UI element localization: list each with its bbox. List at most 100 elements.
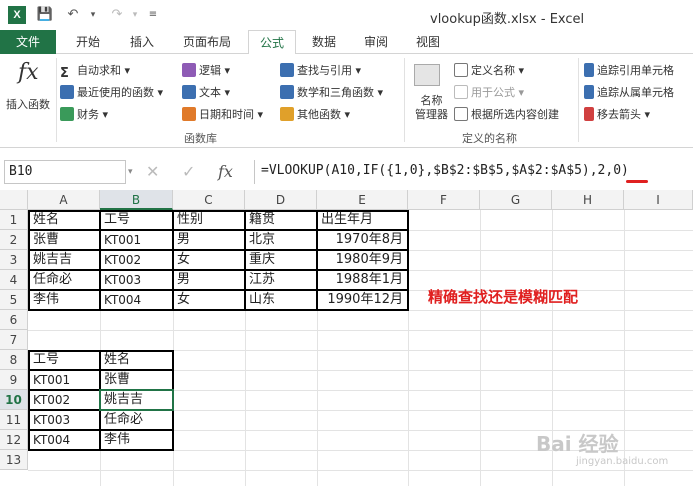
cell-b11[interactable]: 任命必 xyxy=(101,410,171,430)
create-from-selection-button[interactable]: 根据所选内容创建 xyxy=(454,106,559,122)
cell-e3[interactable]: 1980年9月 xyxy=(318,250,406,270)
row-header-3[interactable]: 3 xyxy=(0,250,28,270)
tab-file[interactable]: 文件 xyxy=(0,30,56,54)
cell-b8[interactable]: 姓名 xyxy=(101,350,171,370)
column-header-f[interactable]: F xyxy=(408,190,480,210)
column-header-g[interactable]: G xyxy=(480,190,552,210)
math-trig-button[interactable]: 数学和三角函数 ▾ xyxy=(280,84,383,100)
insert-function-icon[interactable]: fx xyxy=(18,60,39,85)
cell-c3[interactable]: 女 xyxy=(174,250,244,270)
cell-b12[interactable]: 李伟 xyxy=(101,430,171,450)
cell-a12[interactable]: KT004 xyxy=(30,430,98,450)
cell-e4[interactable]: 1988年1月 xyxy=(318,270,406,290)
cell-d4[interactable]: 江苏 xyxy=(246,270,316,290)
row-header-13[interactable]: 13 xyxy=(0,450,28,470)
tab-home[interactable]: 开始 xyxy=(66,30,110,54)
star-book-icon xyxy=(60,85,74,99)
column-header-h[interactable]: H xyxy=(552,190,624,210)
cell-e2[interactable]: 1970年8月 xyxy=(318,230,406,250)
datetime-button[interactable]: 日期和时间 ▾ xyxy=(182,106,263,122)
cell-d1[interactable]: 籍贯 xyxy=(246,210,316,230)
insert-function-button[interactable]: 插入函数 xyxy=(6,96,50,112)
redo-dropdown-icon[interactable]: ▾ xyxy=(126,6,144,24)
redo-icon[interactable]: ↷ xyxy=(108,6,126,24)
row-header-8[interactable]: 8 xyxy=(0,350,28,370)
cell-c2[interactable]: 男 xyxy=(174,230,244,250)
cell-b4[interactable]: KT003 xyxy=(101,270,171,290)
title-bar: X 💾 ↶ ▾ ↷ ▾ ≡ vlookup函数.xlsx - Excel xyxy=(0,0,693,30)
text-button[interactable]: 文本 ▾ xyxy=(182,84,230,100)
name-manager-icon[interactable] xyxy=(414,64,440,86)
row-header-11[interactable]: 11 xyxy=(0,410,28,430)
row-header-9[interactable]: 9 xyxy=(0,370,28,390)
cell-a8[interactable]: 工号 xyxy=(30,350,98,370)
cell-b1[interactable]: 工号 xyxy=(101,210,171,230)
logical-button[interactable]: 逻辑 ▾ xyxy=(182,62,230,78)
cell-a1[interactable]: 姓名 xyxy=(30,210,98,230)
row-header-5[interactable]: 5 xyxy=(0,290,28,310)
financial-button[interactable]: 财务 ▾ xyxy=(60,106,108,122)
cell-a2[interactable]: 张曹 xyxy=(30,230,98,250)
undo-dropdown-icon[interactable]: ▾ xyxy=(84,6,102,24)
column-header-e[interactable]: E xyxy=(317,190,408,210)
insert-function-small-icon[interactable]: fx xyxy=(218,162,233,181)
tab-page-layout[interactable]: 页面布局 xyxy=(174,30,240,54)
cell-b2[interactable]: KT001 xyxy=(101,230,171,250)
tab-formulas[interactable]: 公式 xyxy=(248,30,296,55)
use-in-formula-button[interactable]: 用于公式 ▾ xyxy=(454,84,524,100)
cell-a10[interactable]: KT002 xyxy=(30,390,98,410)
cell-b5[interactable]: KT004 xyxy=(101,290,171,310)
undo-icon[interactable]: ↶ xyxy=(64,6,82,24)
cell-a5[interactable]: 李伟 xyxy=(30,290,98,310)
name-box[interactable]: B10 xyxy=(4,160,126,184)
cell-d5[interactable]: 山东 xyxy=(246,290,316,310)
select-all-corner[interactable] xyxy=(0,190,28,210)
column-header-c[interactable]: C xyxy=(173,190,245,210)
cell-a9[interactable]: KT001 xyxy=(30,370,98,390)
column-header-b[interactable]: B xyxy=(100,190,173,210)
row-header-12[interactable]: 12 xyxy=(0,430,28,450)
cell-a4[interactable]: 任命必 xyxy=(30,270,98,290)
cell-b9[interactable]: 张曹 xyxy=(101,370,171,390)
cell-d2[interactable]: 北京 xyxy=(246,230,316,250)
active-cell-selection[interactable] xyxy=(99,389,174,411)
autosum-button[interactable]: Σ 自动求和 ▾ xyxy=(60,62,130,81)
column-header-i[interactable]: I xyxy=(624,190,693,210)
tab-view[interactable]: 视图 xyxy=(408,30,448,54)
text-book-icon xyxy=(182,85,196,99)
trace-precedents-button[interactable]: 追踪引用单元格 xyxy=(584,62,674,78)
cell-c4[interactable]: 男 xyxy=(174,270,244,290)
define-name-button[interactable]: 定义名称 ▾ xyxy=(454,62,524,78)
trace-dependents-button[interactable]: 追踪从属单元格 xyxy=(584,84,674,100)
cell-d3[interactable]: 重庆 xyxy=(246,250,316,270)
excel-app-icon[interactable]: X xyxy=(8,6,26,24)
lookup-reference-button[interactable]: 查找与引用 ▾ xyxy=(280,62,361,78)
row-header-6[interactable]: 6 xyxy=(0,310,28,330)
more-functions-button[interactable]: 其他函数 ▾ xyxy=(280,106,350,122)
cell-e1[interactable]: 出生年月 xyxy=(318,210,406,230)
enter-icon[interactable]: ✓ xyxy=(182,162,195,181)
name-box-dropdown-icon[interactable]: ▾ xyxy=(128,167,133,177)
recent-functions-button[interactable]: 最近使用的函数 ▾ xyxy=(60,84,163,100)
column-header-d[interactable]: D xyxy=(245,190,317,210)
row-header-2[interactable]: 2 xyxy=(0,230,28,250)
name-manager-button[interactable]: 名称 管理器 xyxy=(415,94,448,122)
tab-review[interactable]: 审阅 xyxy=(356,30,396,54)
row-header-10[interactable]: 10 xyxy=(0,390,28,410)
tab-insert[interactable]: 插入 xyxy=(120,30,164,54)
cell-a11[interactable]: KT003 xyxy=(30,410,98,430)
row-header-7[interactable]: 7 xyxy=(0,330,28,350)
row-header-4[interactable]: 4 xyxy=(0,270,28,290)
cancel-icon[interactable]: ✕ xyxy=(146,162,159,181)
cell-b3[interactable]: KT002 xyxy=(101,250,171,270)
save-icon[interactable]: 💾 xyxy=(36,6,54,24)
cell-e5[interactable]: 1990年12月 xyxy=(318,290,406,310)
row-header-1[interactable]: 1 xyxy=(0,210,28,230)
customize-icon[interactable]: ≡ xyxy=(144,6,162,24)
cell-a3[interactable]: 姚吉吉 xyxy=(30,250,98,270)
remove-arrows-button[interactable]: 移去箭头 ▾ xyxy=(584,106,650,122)
cell-c5[interactable]: 女 xyxy=(174,290,244,310)
cell-c1[interactable]: 性别 xyxy=(174,210,244,230)
column-header-a[interactable]: A xyxy=(28,190,100,210)
tab-data[interactable]: 数据 xyxy=(304,30,344,54)
